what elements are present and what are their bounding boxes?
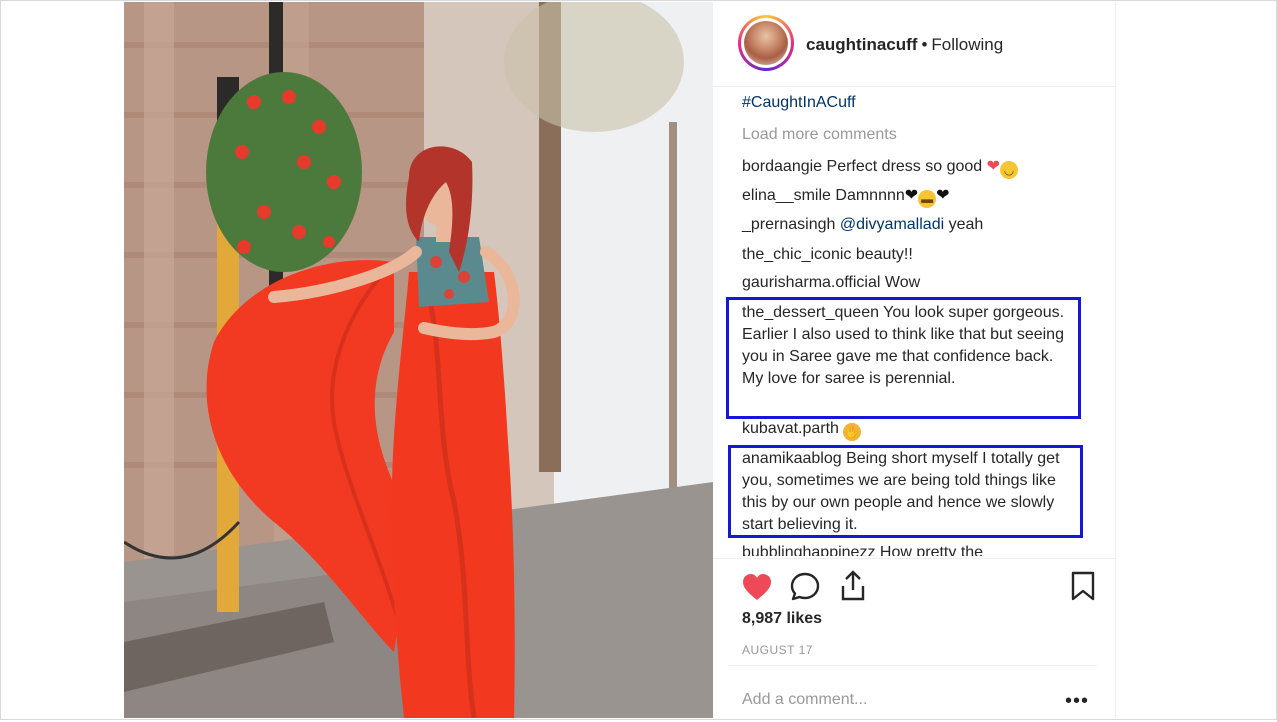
add-comment-row: Add a comment... ••• xyxy=(729,665,1097,722)
comment-text: Wow xyxy=(884,274,921,291)
comment-text: yeah xyxy=(948,216,984,233)
avatar-ring xyxy=(741,18,791,68)
ok-hand-emoji-icon: ✋ xyxy=(843,423,862,441)
comment-item: bubblinghappinezz How pretty the xyxy=(742,542,1074,556)
share-icon[interactable] xyxy=(837,569,869,603)
post-photo[interactable] xyxy=(124,2,713,718)
comment-item: elina__smile Damnnnn❤ ▬ ❤ xyxy=(742,185,1074,208)
hashtag-link[interactable]: #CaughtInACuff xyxy=(742,94,856,112)
avatar-image xyxy=(744,21,788,65)
black-heart-emoji-icon: ❤ xyxy=(904,187,919,204)
comment-item: the_chic_iconic beauty!! xyxy=(742,244,1074,266)
comment-item: kubavat.parth ✋ xyxy=(742,418,1074,441)
comment-item: _prernasingh @divyamalladi yeah xyxy=(742,214,1074,236)
more-options-icon[interactable]: ••• xyxy=(1065,690,1089,713)
photo-illustration xyxy=(124,2,713,718)
comment-item: gaurisharma.official Wow xyxy=(742,272,1074,294)
comment-text: Perfect dress so good xyxy=(826,158,983,175)
comment-username[interactable]: kubavat.parth xyxy=(742,420,839,437)
following-button[interactable]: Following xyxy=(931,35,1003,54)
post-actions: 8,987 likes AUGUST 17 Add a comment... •… xyxy=(713,558,1115,719)
smile-emoji-icon: ◡ xyxy=(1000,161,1019,179)
header-separator: • xyxy=(921,35,928,54)
comment-username[interactable]: anamikaablog xyxy=(742,450,842,467)
likes-count[interactable]: 8,987 likes xyxy=(742,610,822,628)
avatar[interactable] xyxy=(738,15,794,71)
comment-item-highlighted: the_dessert_queen You look super gorgeou… xyxy=(742,302,1068,390)
comment-icon[interactable] xyxy=(789,571,821,603)
comment-username[interactable]: the_dessert_queen xyxy=(742,304,879,321)
header-user-line: caughtinacuff • Following xyxy=(806,35,1003,55)
black-heart-emoji-icon: ❤ xyxy=(936,187,950,204)
comment-username[interactable]: bordaangie xyxy=(742,158,822,175)
post-header: caughtinacuff • Following xyxy=(713,2,1115,87)
comment-username[interactable]: bubblinghappinezz xyxy=(742,544,875,556)
mention-link[interactable]: @divyamalladi xyxy=(840,216,944,233)
comment-username[interactable]: elina__smile xyxy=(742,187,831,204)
comment-username[interactable]: _prernasingh xyxy=(742,216,835,233)
post-date: AUGUST 17 xyxy=(742,643,813,657)
heart-icon[interactable] xyxy=(741,572,773,602)
comments-list[interactable]: #CaughtInACuff Load more comments bordaa… xyxy=(726,90,1100,556)
comment-text: Damnnnn xyxy=(835,187,905,204)
bookmark-icon[interactable] xyxy=(1069,570,1097,602)
post-side-panel: caughtinacuff • Following #CaughtInACuff L… xyxy=(713,2,1116,718)
comment-username[interactable]: gaurisharma.official xyxy=(742,274,880,291)
add-comment-input[interactable]: Add a comment... xyxy=(742,691,867,709)
load-more-comments-button[interactable]: Load more comments xyxy=(742,126,897,144)
comment-item-highlighted: anamikaablog Being short myself I totall… xyxy=(742,448,1068,536)
red-heart-emoji-icon: ❤ xyxy=(986,158,1001,175)
comment-item: bordaangie Perfect dress so good ❤ ◡ xyxy=(742,156,1074,179)
comment-text: beauty!! xyxy=(855,246,913,263)
grimace-emoji-icon: ▬ xyxy=(918,190,937,208)
username-link[interactable]: caughtinacuff xyxy=(806,35,917,54)
comment-text: How pretty the xyxy=(879,544,984,556)
comment-username[interactable]: the_chic_iconic xyxy=(742,246,851,263)
